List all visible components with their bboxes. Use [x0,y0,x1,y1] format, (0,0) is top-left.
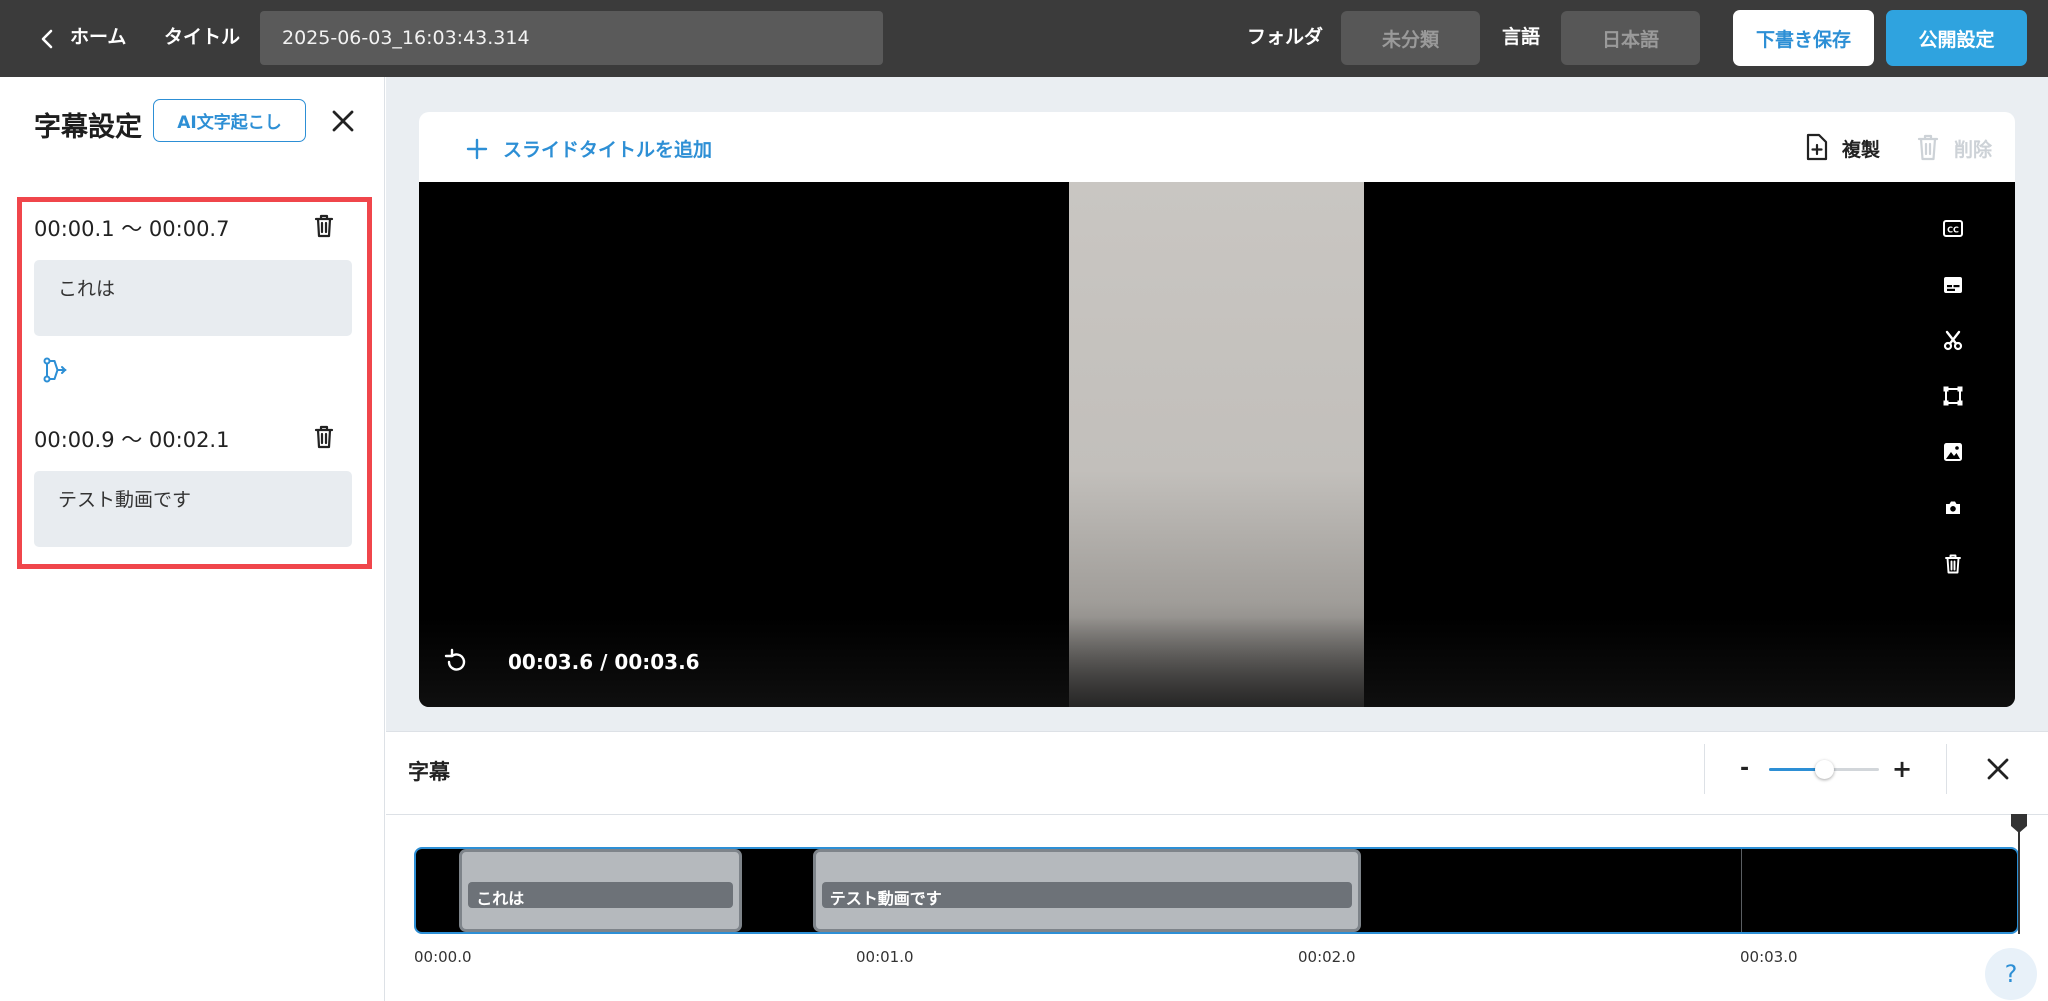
subtitle-time-range[interactable]: 00:00.9 〜 00:02.1 [34,424,229,454]
duplicate-button[interactable]: 複製 [1842,135,1880,162]
zoom-slider[interactable] [1769,760,1879,779]
trash-icon[interactable] [312,213,336,239]
delete-slide-button: 削除 [1954,139,1993,161]
playhead-handle-icon[interactable] [2009,812,2029,834]
scissors-icon[interactable] [1943,330,1963,351]
help-button[interactable]: ? [1985,948,2037,1000]
close-icon[interactable] [330,108,356,134]
close-icon[interactable] [1986,757,2010,781]
crop-icon[interactable] [1943,386,1963,406]
subtitles-icon[interactable] [1943,276,1963,294]
add-slide-title-button[interactable]: スライドタイトルを追加 [503,135,712,162]
timeline-tick-label: 00:03.0 [1740,948,1798,966]
playhead[interactable] [2018,818,2020,934]
zoom-in-button[interactable]: + [1892,755,1912,783]
folder-label: フォルダ [1247,26,1324,48]
title-label: タイトル [164,26,241,48]
replay-icon[interactable] [444,648,468,674]
video-time-readout: 00:03.6 / 00:03.6 [508,650,700,674]
chevron-left-icon[interactable] [40,28,54,50]
ai-transcribe-button[interactable]: AI文字起こし [153,99,306,142]
subtitle-text-field[interactable]: これは [34,260,352,336]
panel-title: 字幕設定 [34,112,142,143]
divider [1946,744,1947,794]
subtitle-text-field[interactable]: テスト動画です [34,471,352,547]
help-icon: ? [2004,960,2018,988]
zoom-out-button[interactable]: - [1740,756,1749,781]
timeline-title: 字幕 [408,760,450,784]
save-draft-button[interactable]: 下書き保存 [1733,10,1874,66]
subtitle-clip-label: テスト動画です [821,882,1353,908]
language-label: 言語 [1502,26,1541,48]
trash-icon[interactable] [312,424,336,450]
divider [386,814,2048,815]
subtitle-clip-label: これは [468,882,734,908]
folder-select[interactable]: 未分類 [1341,11,1480,65]
merge-icon[interactable] [42,357,68,383]
title-input[interactable] [260,11,883,65]
top-bar: ホーム タイトル フォルダ 未分類 言語 日本語 下書き保存 公開設定 [0,0,2048,77]
timeline-tick-label: 00:01.0 [856,948,914,966]
timeline-tick-label: 00:02.0 [1298,948,1356,966]
image-icon[interactable] [1943,442,1963,462]
svg-text:CC: CC [1947,226,1959,235]
divider [1704,744,1705,794]
cc-icon[interactable]: CC [1943,220,1963,237]
camera-icon[interactable] [1945,500,1961,515]
language-select[interactable]: 日本語 [1561,11,1700,65]
duplicate-icon[interactable] [1805,133,1829,161]
timeline-gridline [1741,849,1742,932]
trash-icon [1917,134,1939,161]
subtitle-time-range[interactable]: 00:00.1 〜 00:00.7 [34,213,229,243]
plus-icon[interactable] [466,138,488,160]
video-preview[interactable] [419,182,2015,707]
zoom-slider-handle[interactable] [1815,760,1834,779]
home-link[interactable]: ホーム [70,28,126,47]
trash-icon[interactable] [1944,553,1962,574]
timeline-tick-label: 00:00.0 [414,948,472,966]
publish-settings-button[interactable]: 公開設定 [1886,10,2027,66]
